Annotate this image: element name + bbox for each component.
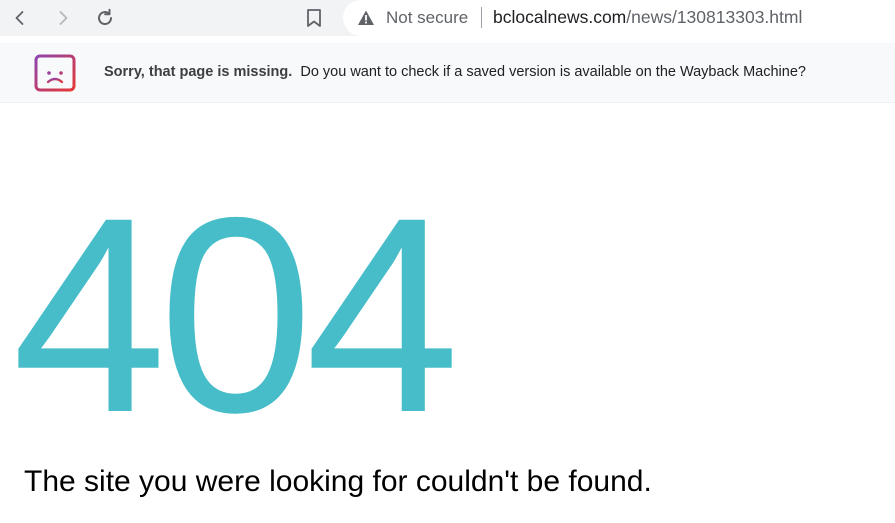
error-message: The site you were looking for couldn't b…: [24, 465, 652, 498]
wayback-infobar: Sorry, that page is missing. Do you want…: [0, 43, 895, 103]
back-button[interactable]: [5, 3, 35, 33]
url-path: /news/130813303.html: [626, 7, 803, 27]
url-domain: bclocalnews.com: [493, 7, 627, 27]
sad-browser-icon: [34, 54, 76, 92]
reload-icon: [98, 8, 113, 26]
infobar-message[interactable]: Do you want to check if a saved version …: [300, 64, 806, 80]
warning-triangle-icon[interactable]: [357, 9, 375, 27]
address-separator: [481, 7, 482, 28]
chevron-right-icon: [59, 11, 68, 25]
reload-button[interactable]: [90, 3, 120, 33]
bookmark-icon[interactable]: [303, 7, 325, 29]
browser-toolbar: Not secure bclocalnews.com/news/13081330…: [0, 0, 895, 36]
security-label[interactable]: Not secure: [386, 8, 468, 28]
infobar-text: Sorry, that page is missing. Do you want…: [104, 64, 806, 80]
url-text[interactable]: bclocalnews.com/news/130813303.html: [493, 7, 802, 28]
forward-button[interactable]: [48, 3, 78, 33]
chevron-left-icon: [15, 11, 24, 25]
infobar-title: Sorry, that page is missing.: [104, 64, 293, 80]
address-bar[interactable]: Not secure bclocalnews.com/news/13081330…: [343, 0, 895, 36]
error-code: 404: [12, 159, 460, 470]
